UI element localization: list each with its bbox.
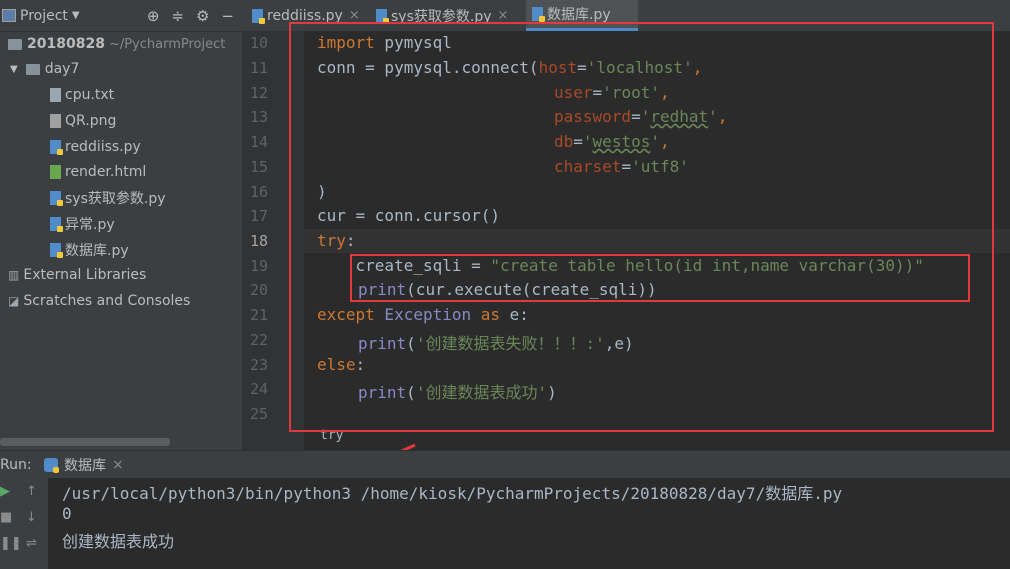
run-icon[interactable]: ▶ <box>0 484 10 499</box>
python-icon <box>44 458 59 473</box>
run-label: Run: <box>0 457 32 473</box>
run-console[interactable]: /usr/local/python3/bin/python3 /home/kio… <box>48 478 1010 569</box>
run-toolbar: Run: 数据库 × <box>0 450 1010 479</box>
pause-icon[interactable]: ❚❚ <box>0 536 22 551</box>
arrow-down-icon[interactable]: ↓ <box>26 510 37 525</box>
arrow-up-icon[interactable]: ↑ <box>26 484 37 499</box>
console-output-line: 创建数据表成功 <box>62 532 175 551</box>
wrap-icon[interactable]: ⇌ <box>26 536 37 551</box>
run-side-toolbar: ▶ ↑ ■ ↓ ❚❚ ⇌ <box>0 478 48 569</box>
close-icon[interactable]: × <box>112 457 124 473</box>
run-tab-label[interactable]: 数据库 <box>64 455 106 475</box>
stop-icon[interactable]: ■ <box>0 510 12 525</box>
console-command: /usr/local/python3/bin/python3 /home/kio… <box>62 484 843 503</box>
console-output-line: 0 <box>62 504 72 523</box>
